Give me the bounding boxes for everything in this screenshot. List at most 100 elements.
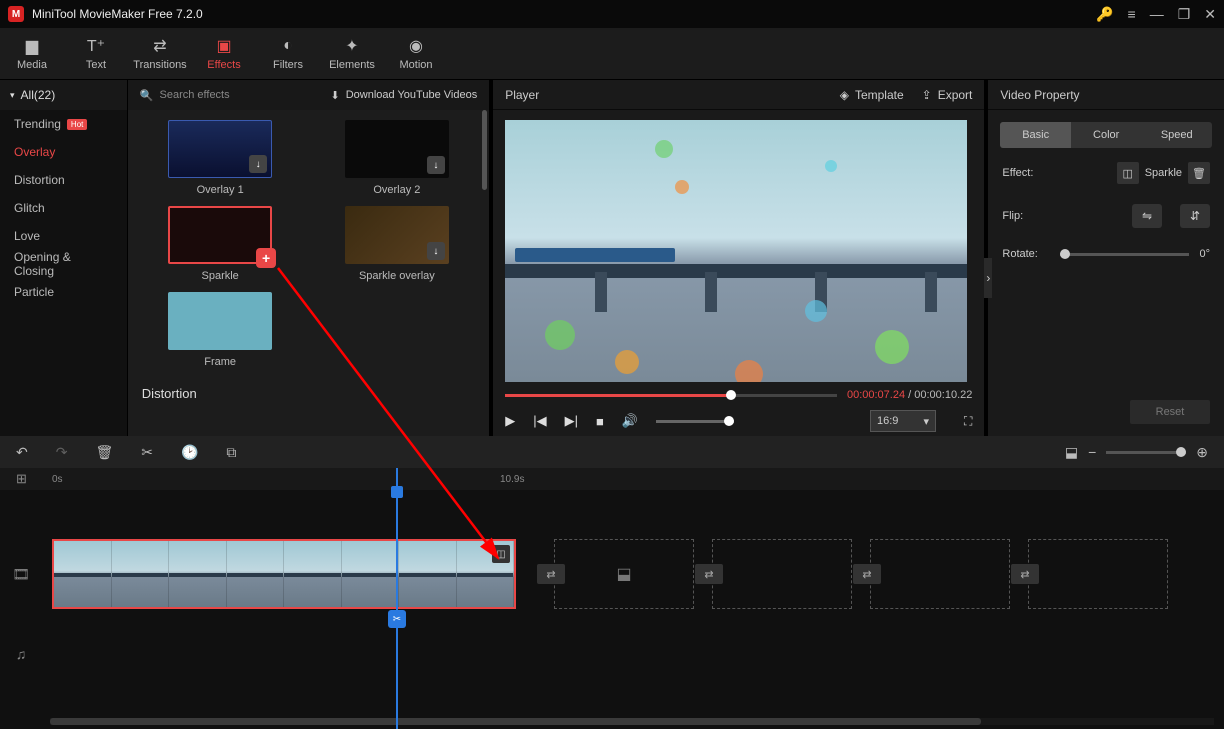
crop-button[interactable]: ⧉ <box>226 444 236 461</box>
reset-button[interactable]: Reset <box>1130 400 1210 424</box>
volume-slider[interactable] <box>656 420 734 423</box>
download-badge-icon[interactable]: ↓ <box>427 242 445 260</box>
aspect-select[interactable]: 16:9 ▾ <box>870 410 936 432</box>
zoom-in-button[interactable]: ⊕ <box>1196 444 1208 461</box>
split-button[interactable]: ✂ <box>141 444 153 461</box>
drop-zone[interactable]: ⇄⬓ <box>554 539 694 609</box>
transition-chip-icon[interactable]: ⇄ <box>853 564 881 584</box>
prop-tab-basic[interactable]: Basic <box>1000 122 1071 148</box>
prop-tab-color[interactable]: Color <box>1071 122 1142 148</box>
play-button[interactable]: ▶ <box>505 413 515 429</box>
effect-card-frame[interactable]: Frame <box>152 292 289 368</box>
text-icon: T⁺ <box>87 37 105 55</box>
download-link-label: Download YouTube Videos <box>346 89 478 101</box>
sidebar-item-love[interactable]: Love <box>0 222 127 250</box>
rotate-slider[interactable] <box>1060 253 1189 256</box>
effect-card-overlay-1[interactable]: ↓ Overlay 1 <box>152 120 289 196</box>
scrollbar[interactable] <box>482 110 487 190</box>
minimize-icon[interactable]: — <box>1150 6 1164 22</box>
undo-button[interactable]: ↶ <box>16 444 28 461</box>
fit-timeline-icon[interactable]: ⬓ <box>1065 444 1078 461</box>
prop-tab-speed[interactable]: Speed <box>1141 122 1212 148</box>
clip-effect-badge-icon[interactable]: ◫ <box>492 545 510 563</box>
speed-button[interactable]: 🕑 <box>181 444 198 461</box>
effect-thumb[interactable]: ↓ <box>345 120 449 178</box>
download-badge-icon[interactable]: ↓ <box>249 155 267 173</box>
progress-thumb[interactable] <box>726 390 736 400</box>
delete-effect-button[interactable]: 🗑 <box>1188 162 1210 184</box>
drop-zone[interactable]: ⇄ <box>870 539 1010 609</box>
effect-thumb-selected[interactable]: + <box>168 206 272 264</box>
video-clip[interactable]: ◫ <box>52 539 516 609</box>
sidebar-item-trending[interactable]: Trending Hot <box>0 110 127 138</box>
tab-motion[interactable]: ◉ Motion <box>384 28 448 79</box>
timeline-track-audio[interactable]: ♫ <box>0 614 1224 694</box>
volume-icon[interactable]: 🔊 <box>622 413 638 429</box>
fullscreen-button[interactable]: ⛶ <box>964 414 972 429</box>
titlebar: M MiniTool MovieMaker Free 7.2.0 🔑 ≡ — ❐… <box>0 0 1224 28</box>
drop-zone[interactable]: ⇄ <box>1028 539 1168 609</box>
maximize-icon[interactable]: ❐ <box>1178 6 1191 23</box>
effect-card-sparkle-overlay[interactable]: ↓ Sparkle overlay <box>329 206 466 282</box>
property-title: Video Property <box>988 80 1224 110</box>
timeline-ruler[interactable]: ⊞ 0s 10.9s <box>0 468 1224 490</box>
tab-text[interactable]: T⁺ Text <box>64 28 128 79</box>
close-icon[interactable]: ✕ <box>1204 6 1216 23</box>
timeline-track-video[interactable]: 🎞 ◫ ⇄⬓ ⇄ ⇄ ⇄ <box>0 534 1224 614</box>
effect-layer-icon[interactable]: ◫ <box>1117 162 1139 184</box>
timeline-track-overlay[interactable] <box>0 490 1224 534</box>
template-button[interactable]: ◈ Template <box>840 88 904 102</box>
redo-button[interactable]: ↷ <box>56 444 68 461</box>
transition-chip-icon[interactable]: ⇄ <box>695 564 723 584</box>
effect-thumb[interactable] <box>168 292 272 350</box>
elements-icon: ✦ <box>345 37 358 55</box>
next-frame-button[interactable]: ▶| <box>565 413 578 429</box>
tab-filters[interactable]: ◐ Filters <box>256 28 320 79</box>
sidebar-item-overlay[interactable]: Overlay <box>0 138 127 166</box>
tab-media[interactable]: ▆ Media <box>0 28 64 79</box>
stop-button[interactable]: ■ <box>596 414 604 429</box>
preview-canvas[interactable] <box>505 120 967 382</box>
progress-bar[interactable]: 00:00:07.24 / 00:00:10.22 <box>505 388 972 402</box>
transitions-icon: ⇄ <box>153 37 166 55</box>
effect-card-sparkle[interactable]: + Sparkle <box>152 206 289 282</box>
add-badge-icon[interactable]: + <box>256 248 276 268</box>
effect-thumb[interactable]: ↓ <box>345 206 449 264</box>
tab-effects[interactable]: ▣ Effects <box>192 28 256 79</box>
sidebar-all-label: All(22) <box>21 88 56 102</box>
download-badge-icon[interactable]: ↓ <box>427 156 445 174</box>
flip-vertical-button[interactable]: ⇵ <box>1180 204 1210 228</box>
app-logo-icon: M <box>8 6 24 22</box>
sidebar-item-distortion[interactable]: Distortion <box>0 166 127 194</box>
sidebar-item-glitch[interactable]: Glitch <box>0 194 127 222</box>
sidebar-all[interactable]: ▾ All(22) <box>0 80 127 110</box>
effect-name: Sparkle <box>202 270 239 282</box>
playhead-handle[interactable] <box>391 486 403 498</box>
sidebar-item-particle[interactable]: Particle <box>0 278 127 306</box>
panel-expand-handle[interactable]: › <box>984 258 992 298</box>
effects-section-title: Distortion <box>128 378 489 409</box>
timeline-scrollbar[interactable] <box>50 718 1214 725</box>
tab-elements[interactable]: ✦ Elements <box>320 28 384 79</box>
playhead-split-icon[interactable]: ✂ <box>388 610 406 628</box>
tab-transitions[interactable]: ⇄ Transitions <box>128 28 192 79</box>
search-input[interactable]: 🔍 Search effects <box>140 89 230 102</box>
add-track-icon[interactable]: ⊞ <box>16 471 27 487</box>
sidebar-item-opening-closing[interactable]: Opening & Closing <box>0 250 127 278</box>
drop-zone[interactable]: ⇄ <box>712 539 852 609</box>
delete-button[interactable]: 🗑 <box>95 444 113 461</box>
playhead[interactable]: ✂ <box>396 468 398 729</box>
prev-frame-button[interactable]: |◀ <box>533 413 546 429</box>
menu-icon[interactable]: ≡ <box>1128 6 1136 22</box>
export-button[interactable]: ⇪ Export <box>922 88 973 102</box>
transition-chip-icon[interactable]: ⇄ <box>537 564 565 584</box>
download-youtube-link[interactable]: ⬇ Download YouTube Videos <box>330 89 477 102</box>
zoom-slider[interactable] <box>1106 451 1186 454</box>
flip-horizontal-button[interactable]: ⇋ <box>1132 204 1162 228</box>
effect-card-overlay-2[interactable]: ↓ Overlay 2 <box>329 120 466 196</box>
upgrade-key-icon[interactable]: 🔑 <box>1096 6 1113 23</box>
transition-chip-icon[interactable]: ⇄ <box>1011 564 1039 584</box>
hot-badge: Hot <box>67 119 87 130</box>
zoom-out-button[interactable]: − <box>1088 444 1096 460</box>
effect-thumb[interactable]: ↓ <box>168 120 272 178</box>
